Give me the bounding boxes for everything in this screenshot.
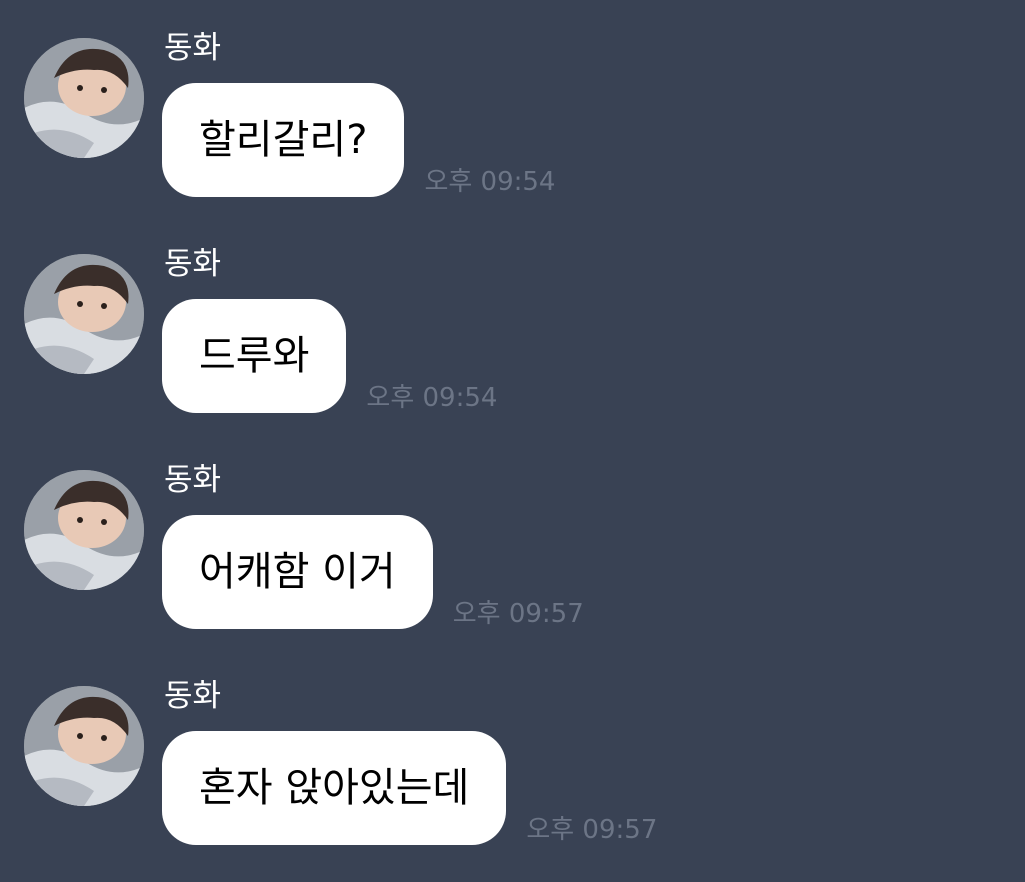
chat-message: 동화 어캐함 이거 오후 09:57 <box>0 432 1025 632</box>
sender-name: 동화 <box>164 30 222 66</box>
chat-message: 동화 드루와 오후 09:54 <box>0 216 1025 416</box>
sender-name: 동화 <box>164 678 222 714</box>
sender-avatar[interactable] <box>24 470 144 590</box>
avatar-photo-icon <box>24 254 144 374</box>
message-timestamp: 오후 09:54 <box>366 383 498 413</box>
avatar-photo-icon <box>24 686 144 806</box>
message-row: 할리갈리? 오후 09:54 <box>162 83 555 197</box>
message-bubble[interactable]: 어캐함 이거 <box>162 515 433 629</box>
message-bubble[interactable]: 드루와 <box>162 299 347 413</box>
avatar-photo-icon <box>24 38 144 158</box>
message-row: 어캐함 이거 오후 09:57 <box>162 515 584 629</box>
sender-avatar[interactable] <box>24 254 144 374</box>
avatar-photo-icon <box>24 470 144 590</box>
message-timestamp: 오후 09:57 <box>526 815 658 845</box>
chat-message: 동화 할리갈리? 오후 09:54 <box>0 0 1025 200</box>
sender-avatar[interactable] <box>24 686 144 806</box>
message-timestamp: 오후 09:57 <box>452 599 584 629</box>
sender-name: 동화 <box>164 462 222 498</box>
chat-message-list: 동화 할리갈리? 오후 09:54 동화 드루와 오후 09:54 동화 어캐함… <box>0 0 1025 882</box>
message-bubble[interactable]: 혼자 앉아있는데 <box>162 731 507 845</box>
sender-name: 동화 <box>164 246 222 282</box>
message-bubble[interactable]: 할리갈리? <box>162 83 405 197</box>
message-row: 드루와 오후 09:54 <box>162 299 497 413</box>
sender-avatar[interactable] <box>24 38 144 158</box>
message-timestamp: 오후 09:54 <box>424 167 556 197</box>
message-row: 혼자 앉아있는데 오후 09:57 <box>162 731 657 845</box>
chat-message: 동화 혼자 앉아있는데 오후 09:57 <box>0 648 1025 848</box>
